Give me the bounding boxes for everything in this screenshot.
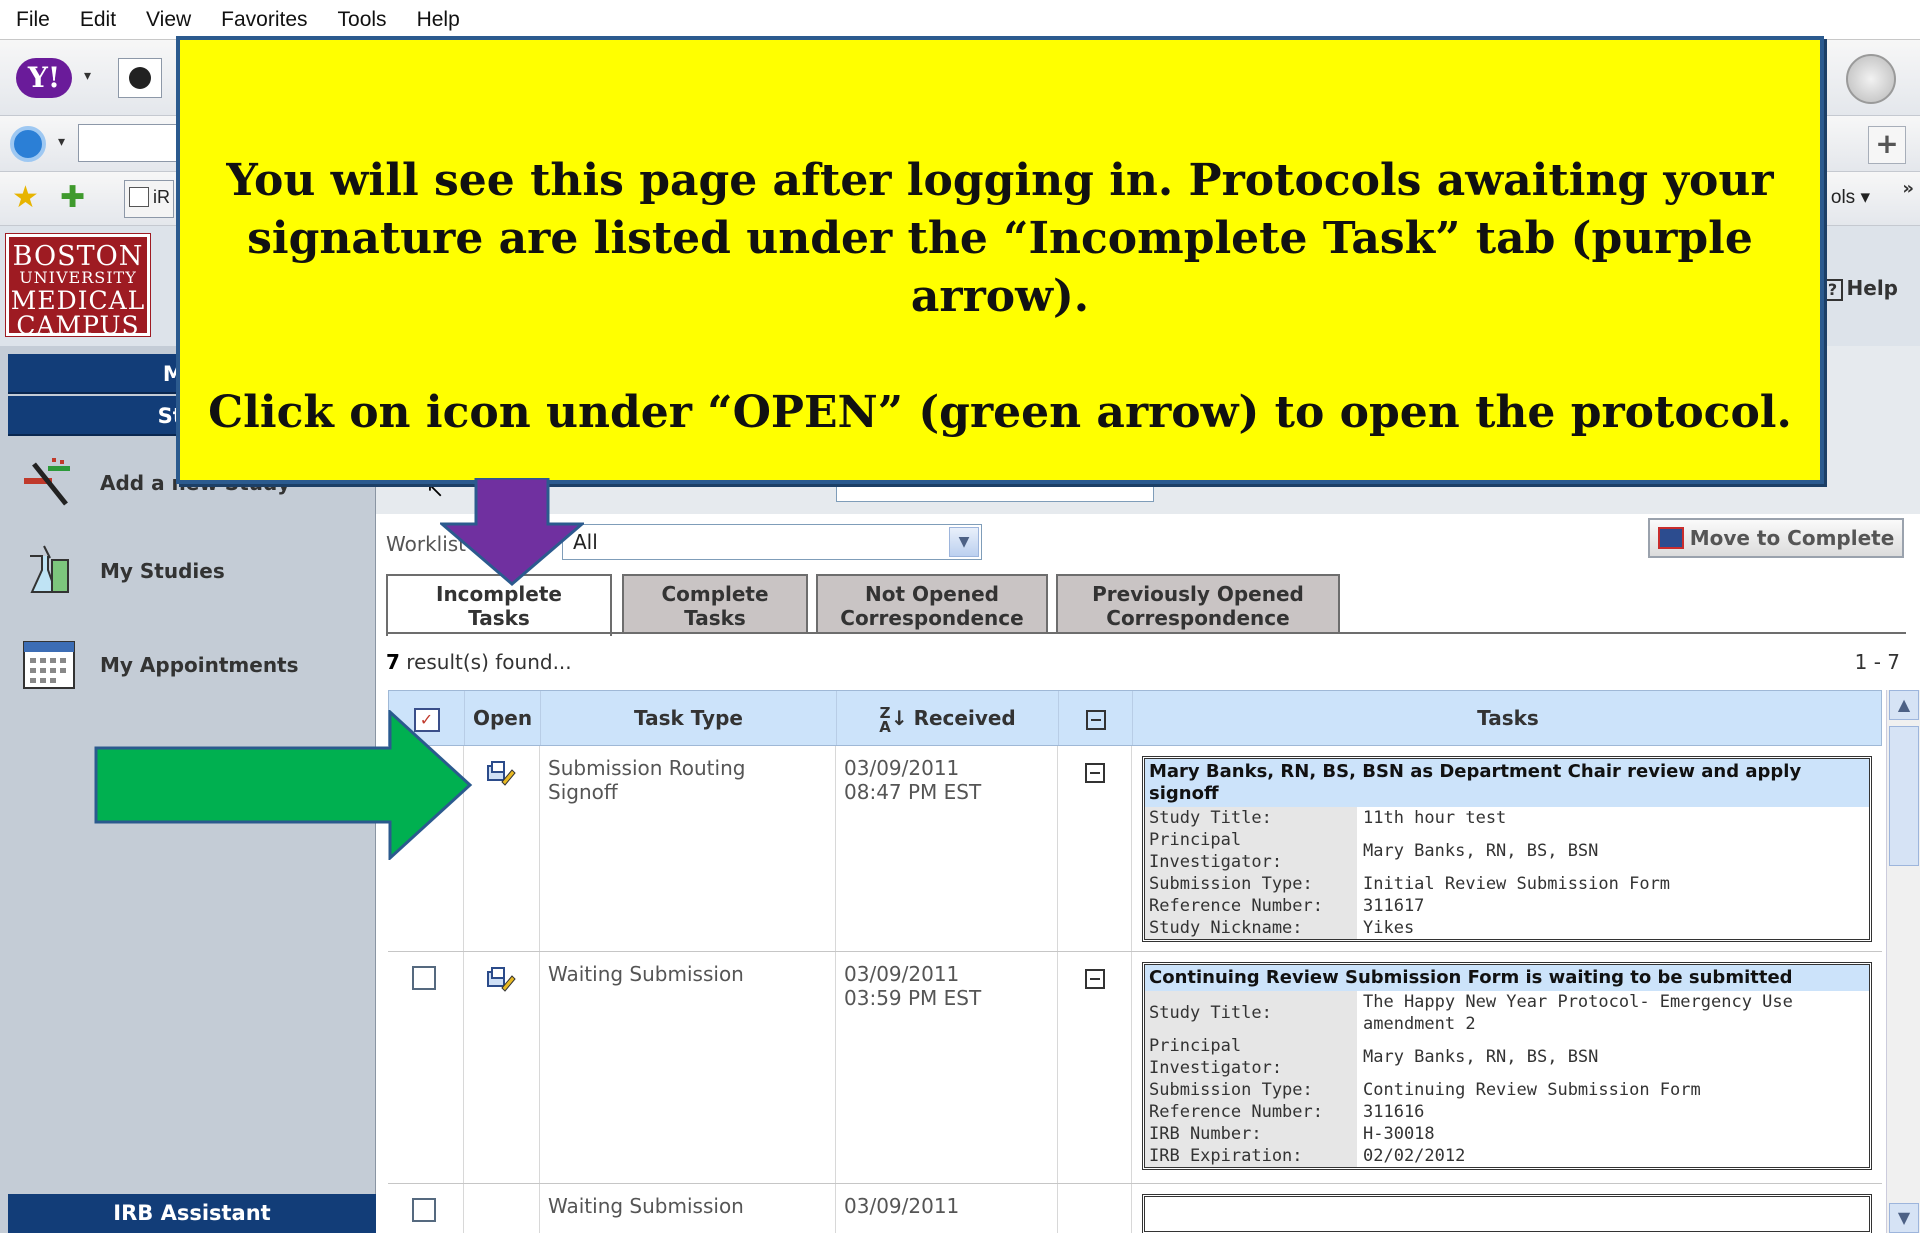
task-detail-cell: Mary Banks, RN, BS, BSN as Department Ch… [1132,746,1882,951]
task-type-cell: Waiting Submission [540,952,836,1183]
collapse-icon [1084,762,1105,783]
collapse-icon [1085,709,1106,730]
worklist-area: Worklist All ▼ Move to Complete Incomple… [376,514,1920,1233]
vertical-scrollbar[interactable]: ▲ ▼ [1886,690,1920,1233]
task-detail-box: Continuing Review Submission Form is wai… [1142,962,1872,1170]
collapse-all-toggle[interactable] [1059,691,1133,745]
paging-indicator: 1 - 7 [1854,650,1900,674]
open-protocol-icon[interactable] [486,966,516,994]
col-header-task-type[interactable]: Task Type [541,691,837,745]
help-icon: ? [1822,279,1843,301]
collapse-icon [1084,968,1105,989]
browser-tab[interactable]: iR [124,180,174,218]
worklist-select[interactable]: All ▼ [562,524,982,560]
irb-assistant-header[interactable]: IRB Assistant [8,1194,376,1233]
chevron-down-icon[interactable]: ▼ [949,527,979,557]
collapse-row-toggle[interactable] [1058,952,1132,1183]
page-icon [129,187,149,207]
new-tab-button[interactable]: + [1868,126,1906,164]
yahoo-logo-icon[interactable]: Y! [16,58,72,98]
callout-line-2: signature are listed under the “Incomple… [247,213,1753,322]
table-row: Waiting Submission 03/09/2011 [388,1184,1882,1233]
green-arrow-icon [94,710,473,860]
menu-tools[interactable]: Tools [338,8,387,32]
tab-not-opened-correspondence[interactable]: Not Opened Correspondence [816,574,1048,634]
instruction-callout: You will see this page after logging in.… [176,36,1824,484]
bu-medical-campus-logo: BOSTON UNIVERSITY MEDICAL CAMPUS [5,233,151,338]
browser-menubar: File Edit View Favorites Tools Help [0,0,1920,40]
sort-desc-icon: ZA [879,703,891,736]
calendar-icon [23,641,75,689]
chevron-down-icon[interactable]: ▾ [58,134,65,150]
add-study-icon [24,458,70,506]
add-favorite-icon[interactable]: ✚ [60,180,85,215]
tab-previously-opened-correspondence[interactable]: Previously Opened Correspondence [1056,574,1340,634]
row-checkbox[interactable] [412,1198,436,1222]
menu-edit[interactable]: Edit [80,8,116,32]
move-complete-icon [1657,527,1684,549]
scroll-down-icon[interactable]: ▼ [1889,1203,1919,1233]
task-grid-header: ✓ Open Task Type Z A↓ Received Tasks [388,690,1882,746]
task-detail-box [1142,1194,1872,1233]
purple-arrow-icon [440,478,584,586]
move-to-complete-button[interactable]: Move to Complete [1648,518,1904,558]
callout-line-3: Click on icon under “OPEN” (green arrow)… [208,387,1792,438]
tools-menu[interactable]: ols ▾ [1831,186,1870,209]
menu-view[interactable]: View [146,8,191,32]
task-detail-cell [1132,1184,1882,1233]
tab-complete-tasks[interactable]: Complete Tasks [622,574,808,634]
open-cell [464,952,540,1183]
callout-line-1: You will see this page after logging in.… [226,155,1774,206]
address-input[interactable] [78,124,178,162]
row-select-cell [388,952,464,1183]
browser-logo-icon[interactable] [10,126,46,162]
sidebar-item-label: My Appointments [100,653,299,677]
table-row: Submission Routing Signoff 03/09/2011 08… [388,746,1882,952]
menu-help[interactable]: Help [417,8,460,32]
task-type-cell: Waiting Submission [540,1184,836,1233]
task-title[interactable]: Mary Banks, RN, BS, BSN as Department Ch… [1145,759,1869,807]
col-header-tasks: Tasks [1477,706,1539,730]
task-detail-cell: Continuing Review Submission Form is wai… [1132,952,1882,1183]
col-header-received[interactable]: Z A↓ Received [837,691,1059,745]
row-select-cell [388,1184,464,1233]
flask-icon [30,545,69,593]
tab-divider [386,632,1906,634]
row-checkbox[interactable] [412,966,436,990]
task-title[interactable]: Continuing Review Submission Form is wai… [1145,965,1869,991]
task-type-cell: Submission Routing Signoff [540,746,836,951]
chevron-down-icon[interactable]: ▾ [84,68,91,84]
sidebar-item-my-studies[interactable]: My Studies [0,536,376,606]
scroll-up-icon[interactable]: ▲ [1889,690,1919,720]
table-row: Waiting Submission 03/09/2011 03:59 PM E… [388,952,1882,1184]
col-header-open[interactable]: Open [465,691,541,745]
more-chevron-icon[interactable]: » [1902,178,1914,199]
open-cell [464,1184,540,1233]
received-cell: 03/09/2011 [836,1184,1058,1233]
menu-file[interactable]: File [16,8,50,32]
menu-favorites[interactable]: Favorites [221,8,307,32]
received-cell: 03/09/2011 03:59 PM EST [836,952,1058,1183]
task-detail-box: Mary Banks, RN, BS, BSN as Department Ch… [1142,756,1872,942]
scroll-thumb[interactable] [1889,726,1919,866]
collapse-row-toggle[interactable] [1058,746,1132,951]
help-link[interactable]: ? Help [1822,276,1898,301]
favorites-star-icon[interactable]: ★ [12,180,39,215]
open-cell [464,746,540,951]
search-icon[interactable] [118,58,162,98]
sidebar-item-label: My Studies [100,559,225,583]
gear-icon[interactable] [1846,54,1896,104]
received-cell: 03/09/2011 08:47 PM EST [836,746,1058,951]
collapse-row-toggle[interactable] [1058,1184,1132,1233]
open-protocol-icon[interactable] [486,760,516,788]
sidebar-item-my-appointments[interactable]: My Appointments [0,630,376,700]
results-count: 7 result(s) found... [386,650,572,674]
